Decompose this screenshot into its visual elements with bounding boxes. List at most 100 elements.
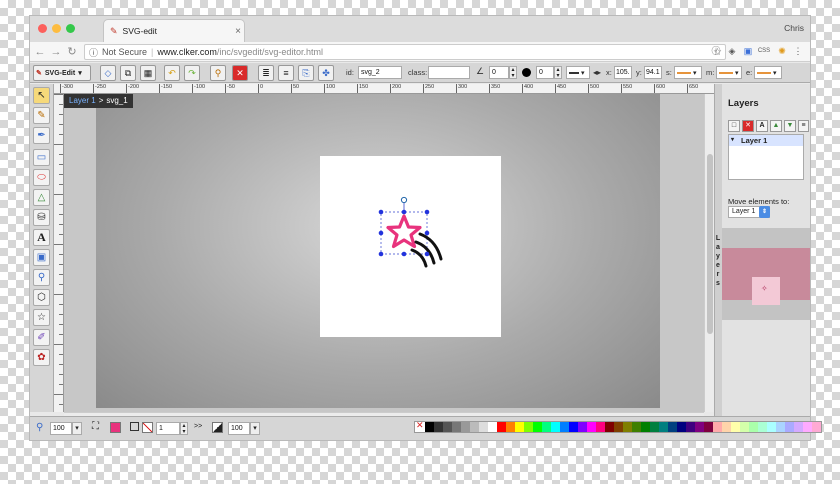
puzzle-extension-icon[interactable]: ▣ bbox=[742, 45, 754, 57]
layer-up-button[interactable]: ▲ bbox=[770, 120, 782, 132]
align-icon[interactable]: ◂▸ bbox=[593, 68, 601, 77]
palette-swatch[interactable] bbox=[587, 422, 596, 432]
palette-swatch[interactable] bbox=[704, 422, 713, 432]
palette-swatch[interactable] bbox=[560, 422, 569, 432]
scrollbar-thumb[interactable] bbox=[707, 154, 713, 334]
mid-marker-select[interactable]: ▾ bbox=[716, 66, 742, 79]
resize-handle-ne[interactable] bbox=[424, 209, 430, 215]
palette-swatch[interactable] bbox=[605, 422, 614, 432]
palette-swatch[interactable] bbox=[524, 422, 533, 432]
palette-swatch[interactable] bbox=[740, 422, 749, 432]
palette-swatch[interactable] bbox=[551, 422, 560, 432]
class-input[interactable] bbox=[428, 66, 470, 79]
move-top-button[interactable]: ≣ bbox=[258, 65, 274, 81]
layers-extension-icon[interactable]: ◈ bbox=[726, 45, 738, 57]
rename-layer-button[interactable]: A bbox=[756, 120, 768, 132]
overview-viewport[interactable]: ✧ bbox=[722, 248, 810, 305]
palette-swatch[interactable] bbox=[713, 422, 722, 432]
colorful-extension-icon[interactable]: ✺ bbox=[776, 45, 788, 57]
rotate-handle[interactable] bbox=[400, 196, 408, 204]
palette-swatch[interactable] bbox=[515, 422, 524, 432]
vertical-scrollbar[interactable] bbox=[704, 94, 714, 412]
end-marker-select[interactable]: ▾ bbox=[754, 66, 782, 79]
palette-swatch[interactable] bbox=[632, 422, 641, 432]
source-button[interactable]: ⧉ bbox=[120, 65, 136, 81]
eyedropper-tool[interactable]: ✐ bbox=[33, 329, 50, 346]
close-window-button[interactable] bbox=[38, 24, 47, 33]
ellipse-tool[interactable]: ⬭ bbox=[33, 169, 50, 186]
palette-swatch[interactable] bbox=[695, 422, 704, 432]
resize-handle-nw[interactable] bbox=[378, 209, 384, 215]
redo-button[interactable]: ↷ bbox=[184, 65, 200, 81]
start-marker-select[interactable]: ▾ bbox=[674, 66, 702, 79]
convert-path-button[interactable]: ✤ bbox=[318, 65, 334, 81]
pencil-tool[interactable]: ✎ bbox=[33, 107, 50, 124]
clone-button[interactable]: ⚲ bbox=[210, 65, 226, 81]
palette-swatch[interactable] bbox=[758, 422, 767, 432]
rect-tool[interactable]: ▭ bbox=[33, 149, 50, 166]
text-tool[interactable]: A bbox=[33, 229, 50, 246]
palette-swatch[interactable] bbox=[434, 422, 443, 432]
palette-swatch[interactable] bbox=[425, 422, 434, 432]
palette-swatch[interactable] bbox=[623, 422, 632, 432]
forward-arrow-icon[interactable]: → bbox=[50, 45, 62, 59]
palette-swatch[interactable] bbox=[452, 422, 461, 432]
opacity-dropdown[interactable]: ▾ bbox=[250, 422, 260, 435]
minimize-window-button[interactable] bbox=[52, 24, 61, 33]
palette-swatch[interactable] bbox=[614, 422, 623, 432]
opacity-input[interactable]: 100 bbox=[228, 422, 250, 435]
css-extension-icon[interactable]: CSS bbox=[756, 45, 772, 57]
x-input[interactable]: 105. bbox=[614, 66, 632, 79]
grid-button[interactable]: ▦ bbox=[140, 65, 156, 81]
link-button[interactable]: ⎘ bbox=[298, 65, 314, 81]
select-tool[interactable]: ↖ bbox=[33, 87, 50, 104]
palette-swatch[interactable] bbox=[722, 422, 731, 432]
y-input[interactable]: 94.1 bbox=[644, 66, 662, 79]
fill-color-swatch[interactable] bbox=[110, 422, 121, 433]
breadcrumb-element[interactable]: svg_1 bbox=[106, 96, 127, 106]
profile-name[interactable]: Chris bbox=[784, 23, 804, 33]
palette-swatch[interactable] bbox=[785, 422, 794, 432]
polygon-tool[interactable]: ⬡ bbox=[33, 289, 50, 306]
tab-close-icon[interactable]: × bbox=[232, 26, 244, 37]
image-tool[interactable]: ▣ bbox=[33, 249, 50, 266]
stroke-color-swatch[interactable] bbox=[142, 422, 153, 433]
palette-swatch[interactable] bbox=[470, 422, 479, 432]
move-bottom-button[interactable]: ≡ bbox=[278, 65, 294, 81]
menu-kebab-icon[interactable]: ⋮ bbox=[792, 45, 804, 57]
back-arrow-icon[interactable]: ← bbox=[34, 45, 46, 59]
info-extension-icon[interactable]: ⓘ bbox=[710, 45, 722, 57]
resize-handle-s[interactable] bbox=[401, 251, 407, 257]
wireframe-button[interactable]: ◇ bbox=[100, 65, 116, 81]
move-to-layer-select[interactable]: Layer 1 ⇕ bbox=[728, 206, 770, 218]
palette-swatch[interactable] bbox=[650, 422, 659, 432]
palette-swatch[interactable] bbox=[506, 422, 515, 432]
delete-layer-button[interactable]: ✕ bbox=[742, 120, 754, 132]
palette-swatch[interactable] bbox=[776, 422, 785, 432]
stroke-width-spinner[interactable]: ▴ ▾ bbox=[180, 422, 188, 435]
stroke-dash-icon[interactable]: >> bbox=[194, 423, 202, 430]
undo-button[interactable]: ↶ bbox=[164, 65, 180, 81]
blur-spinner[interactable]: ▴ ▾ bbox=[554, 66, 562, 79]
resize-handle-w[interactable] bbox=[378, 230, 384, 236]
delete-button[interactable]: ✕ bbox=[232, 65, 248, 81]
palette-swatch[interactable] bbox=[812, 422, 821, 432]
palette-swatch[interactable] bbox=[542, 422, 551, 432]
palette-swatch[interactable] bbox=[731, 422, 740, 432]
svg-page[interactable] bbox=[320, 156, 501, 337]
layer-menu-button[interactable]: ≡ bbox=[798, 120, 809, 132]
palette-swatch[interactable] bbox=[803, 422, 812, 432]
palette-swatch[interactable] bbox=[686, 422, 695, 432]
resize-handle-se[interactable] bbox=[424, 251, 430, 257]
reload-icon[interactable]: ↻ bbox=[66, 45, 78, 59]
stroke-style-select[interactable]: ▾ bbox=[566, 66, 590, 79]
resize-handle-sw[interactable] bbox=[378, 251, 384, 257]
palette-swatch[interactable] bbox=[596, 422, 605, 432]
overview-window[interactable]: ✧ bbox=[722, 228, 810, 320]
line-tool[interactable]: ✒ bbox=[33, 127, 50, 144]
stroke-width-input[interactable]: 1 bbox=[156, 422, 180, 435]
id-input[interactable]: svg_2 bbox=[358, 66, 402, 79]
new-layer-button[interactable]: □ bbox=[728, 120, 740, 132]
palette-swatch[interactable] bbox=[569, 422, 578, 432]
visibility-eye-icon[interactable]: ▾ bbox=[731, 135, 734, 146]
